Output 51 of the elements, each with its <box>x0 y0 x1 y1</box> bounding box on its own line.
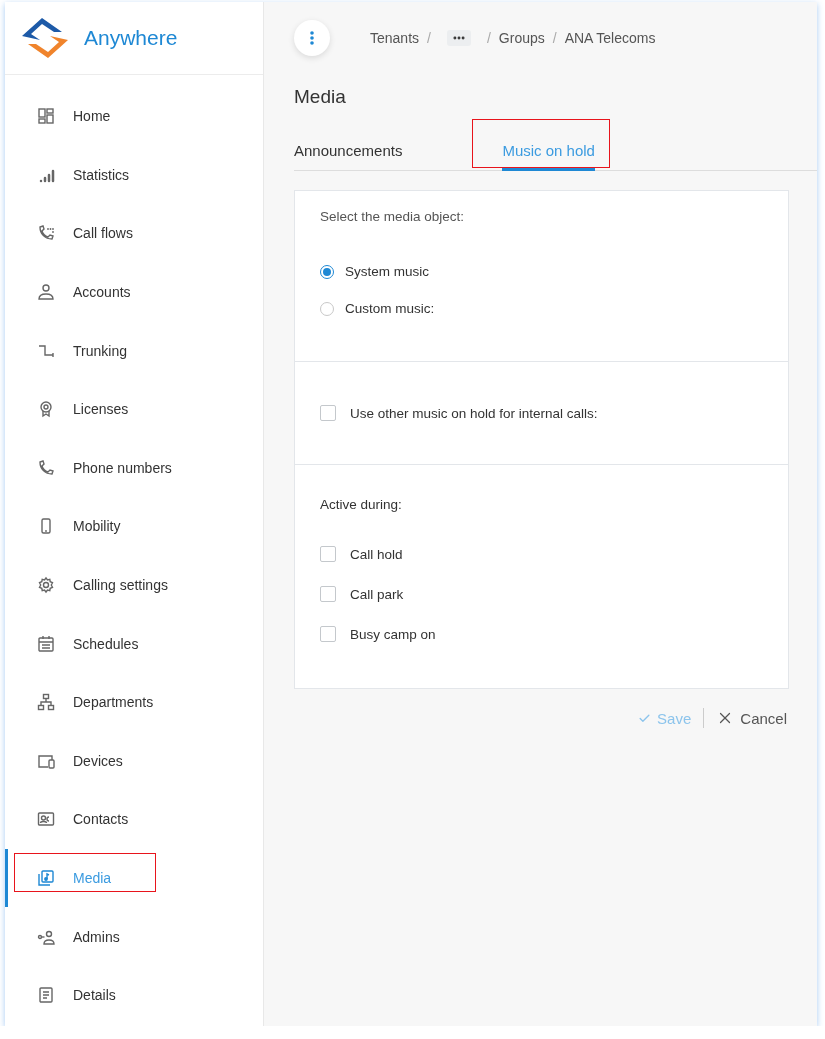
grid-icon <box>37 107 55 126</box>
page-title: Media <box>294 86 347 108</box>
section-label: Select the media object: <box>320 209 466 224</box>
menu-button[interactable] <box>294 20 330 56</box>
sidebar-item[interactable]: Schedules <box>5 614 263 673</box>
sidebar-item[interactable]: Home <box>5 87 263 146</box>
contact-card-icon <box>37 810 55 829</box>
calendar-icon <box>37 634 55 653</box>
badge-icon <box>37 400 55 419</box>
person-icon <box>37 283 55 302</box>
sidebar-item[interactable]: Trunking <box>5 321 263 380</box>
option-label: Busy camp on <box>350 626 436 642</box>
option-label: Call hold <box>350 546 403 562</box>
option-label: Custom music: <box>345 301 435 316</box>
sidebar-item[interactable]: Details <box>5 965 263 1025</box>
more-button[interactable] <box>446 30 471 46</box>
sidebar-item[interactable]: Mobility <box>5 497 263 556</box>
sidebar-item[interactable]: Accounts <box>5 262 263 322</box>
tab[interactable]: Announcements <box>294 136 403 171</box>
phone-dots-icon <box>37 224 55 243</box>
checkbox[interactable] <box>320 626 336 642</box>
sidebar-item[interactable]: Devices <box>5 731 263 791</box>
option-label: Use other music on hold for internal calls: <box>350 405 598 421</box>
sidebar-item[interactable]: Contacts <box>5 790 263 849</box>
phone-icon <box>37 458 55 477</box>
sidebar-item[interactable]: Departments <box>5 672 263 732</box>
checkbox[interactable] <box>320 586 336 602</box>
option-label: System music <box>345 264 429 279</box>
breadcrumb-separator: / <box>427 30 431 46</box>
breadcrumb-separator: / <box>552 30 557 46</box>
section-label: Active during: <box>320 497 403 512</box>
sidebar-item[interactable]: Admins <box>5 907 263 966</box>
gear-icon <box>37 576 55 595</box>
sidebar-item[interactable]: Statistics <box>5 145 263 205</box>
cancel-button[interactable]: Cancel <box>716 709 787 727</box>
sidebar-item[interactable]: Phone numbers <box>5 438 263 498</box>
sidebar-item[interactable]: Call flows <box>5 204 263 263</box>
option-label: Call park <box>350 586 404 602</box>
hierarchy-icon <box>37 693 55 712</box>
breadcrumb-link[interactable]: ANA Telecoms <box>564 30 656 46</box>
checkbox[interactable] <box>320 405 336 421</box>
breadcrumb-link[interactable]: Tenants <box>370 30 420 46</box>
breadcrumb-link[interactable]: Groups <box>498 30 545 46</box>
more-vertical-icon <box>310 31 314 45</box>
music-file-icon <box>37 869 55 887</box>
brand-name: Anywhere <box>84 26 178 50</box>
document-icon <box>37 986 55 1005</box>
breadcrumb-separator: / <box>486 30 491 46</box>
checkbox[interactable] <box>320 546 336 562</box>
sidebar-item[interactable]: Licenses <box>5 379 263 439</box>
sidebar-item[interactable]: Calling settings <box>5 555 263 615</box>
